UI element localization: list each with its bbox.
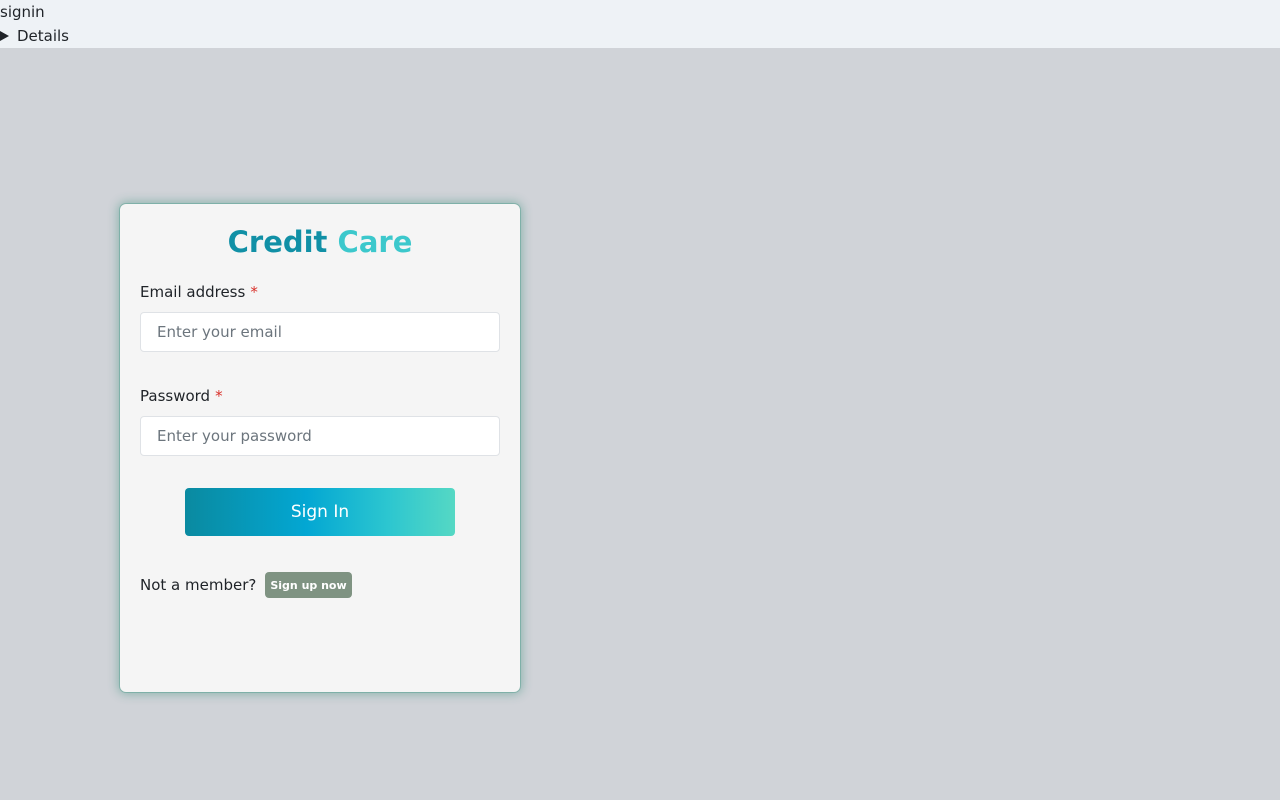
page-name: signin xyxy=(0,3,45,21)
brand-word-credit: Credit xyxy=(227,225,328,259)
details-label: Details xyxy=(17,27,70,45)
password-field[interactable] xyxy=(140,416,500,456)
signin-card: Credit Care Email address* Password* Sig… xyxy=(120,204,520,692)
password-label-text: Password xyxy=(140,387,211,405)
email-required-mark: * xyxy=(250,283,258,301)
signup-prompt-row: Not a member? Sign up now xyxy=(140,572,352,598)
disclosure-triangle-icon xyxy=(0,31,9,41)
brand-word-care: Care xyxy=(337,225,413,259)
password-required-mark: * xyxy=(215,387,223,405)
email-label-text: Email address xyxy=(140,283,246,301)
details-toggle[interactable]: Details xyxy=(0,27,69,45)
not-member-text: Not a member? xyxy=(140,576,257,594)
email-label: Email address * xyxy=(140,282,258,302)
password-label: Password * xyxy=(140,386,223,406)
sign-up-button[interactable]: Sign up now xyxy=(265,572,352,598)
brand-title: Credit Care xyxy=(120,224,520,260)
email-field[interactable] xyxy=(140,312,500,352)
sign-in-button[interactable]: Sign In xyxy=(185,488,455,536)
top-bar: signin Details xyxy=(0,0,1280,48)
